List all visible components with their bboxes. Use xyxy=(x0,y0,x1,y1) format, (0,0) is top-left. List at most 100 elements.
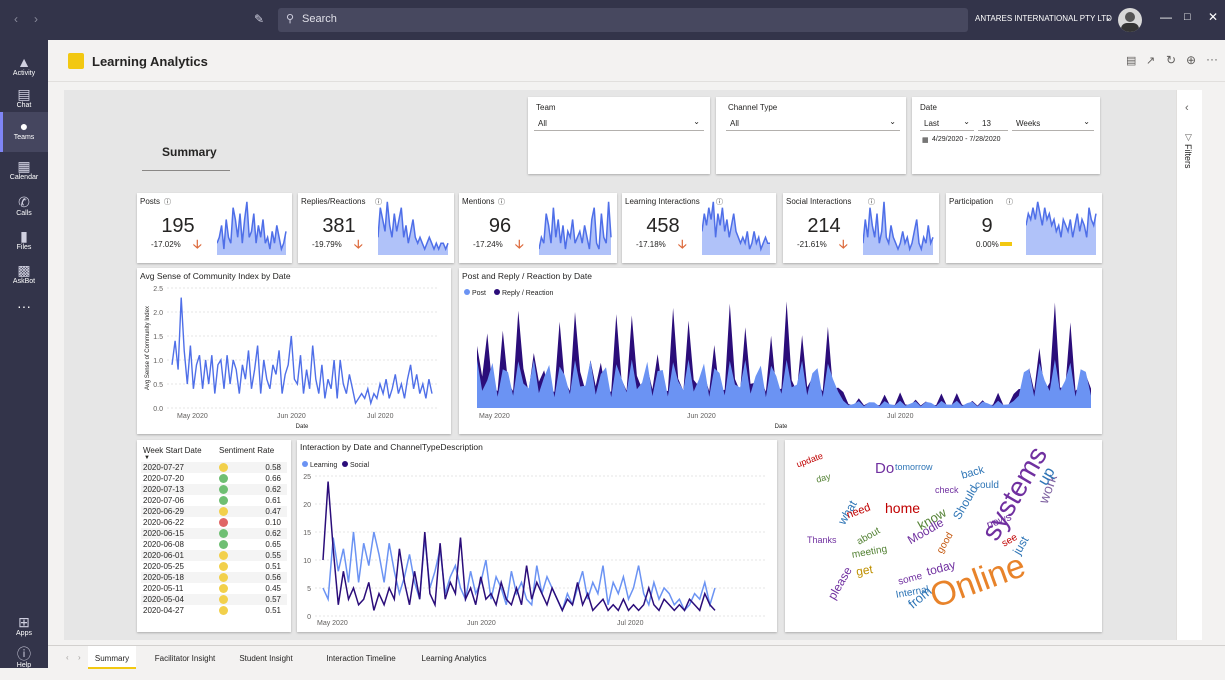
table-row[interactable]: 2020-05-18 0.56 xyxy=(141,572,287,583)
chat-icon[interactable]: ▤ xyxy=(1126,54,1136,67)
refresh-icon[interactable]: ↻ xyxy=(1166,53,1176,67)
org-switcher[interactable]: ANTARES INTERNATIONAL PTY LTD xyxy=(975,14,1112,23)
date-period-dropdown[interactable]: Last ⌄ xyxy=(920,117,974,131)
table-row[interactable]: 2020-05-25 0.51 xyxy=(141,561,287,572)
table-row[interactable]: 2020-06-15 0.62 xyxy=(141,528,287,539)
word-cloud-word[interactable]: could xyxy=(975,480,999,491)
back-icon[interactable]: ‹ xyxy=(14,12,18,26)
word-cloud-word[interactable]: Online xyxy=(925,546,1031,616)
flat-bar-icon xyxy=(1000,242,1012,246)
info-icon: ⓘ xyxy=(164,199,171,206)
table-row[interactable]: 2020-07-20 0.66 xyxy=(141,473,287,484)
tab-student-insight[interactable]: Student Insight xyxy=(226,646,306,669)
maximize-icon[interactable]: □ xyxy=(1184,11,1191,23)
collapse-chevron-icon[interactable]: ‹ xyxy=(1185,102,1189,114)
word-cloud-word[interactable]: day xyxy=(815,471,832,484)
status-dot-icon xyxy=(219,518,228,527)
word-cloud-word[interactable]: tomorrow xyxy=(895,462,933,472)
minimize-icon[interactable]: — xyxy=(1160,10,1172,24)
files-icon: ▮ xyxy=(20,228,28,244)
row-rate: 0.66 xyxy=(265,474,281,483)
table-row[interactable]: 2020-06-08 0.65 xyxy=(141,539,287,550)
word-cloud-word[interactable]: good xyxy=(935,531,956,556)
compose-icon[interactable]: ✎ xyxy=(254,12,264,26)
status-dot-icon xyxy=(219,496,228,505)
word-cloud-word[interactable]: Thanks xyxy=(807,535,837,545)
filters-pane[interactable]: ‹ ▽ Filters xyxy=(1176,90,1202,640)
rail-item-calendar[interactable]: ▦ Calendar xyxy=(0,152,48,192)
date-unit-dropdown[interactable]: Weeks ⌄ xyxy=(1012,117,1094,131)
rail-item-teams[interactable]: ● Teams xyxy=(0,112,48,152)
rail-item-askbot[interactable]: ▩ AskBot xyxy=(0,256,48,296)
title-bar: ‹ › ✎ ⚲ Search ANTARES INTERNATIONAL PTY… xyxy=(0,0,1225,40)
chevron-down-icon: ⌄ xyxy=(693,117,700,126)
word-cloud-word[interactable]: update xyxy=(795,451,824,470)
avatar[interactable] xyxy=(1118,8,1142,32)
popout-icon[interactable]: ↗ xyxy=(1146,54,1155,67)
legend-dot xyxy=(464,289,470,295)
tab-summary[interactable]: Summary xyxy=(88,646,136,669)
kpi-tile-social-interactions: Social Interactions ⓘ 214 -21.61% 🡣 xyxy=(783,193,939,263)
word-cloud-word[interactable]: Do xyxy=(875,460,894,477)
teams-icon: ● xyxy=(19,118,29,134)
row-rate: 0.62 xyxy=(265,529,281,538)
word-cloud-word[interactable]: home xyxy=(885,500,920,516)
down-arrow-icon: 🡣 xyxy=(354,237,363,251)
row-date: 2020-05-18 xyxy=(143,573,184,582)
x-tick-label: May 2020 xyxy=(317,620,348,627)
tab-learning-analytics[interactable]: Learning Analytics xyxy=(412,646,496,669)
chevron-down-icon[interactable]: ⌄ xyxy=(1105,13,1112,22)
calendar-icon: ▦ xyxy=(17,158,31,174)
word-cloud-word[interactable]: please xyxy=(825,564,855,602)
more-options-icon[interactable]: ··· xyxy=(1206,52,1218,66)
status-dot-icon xyxy=(219,573,228,582)
forward-icon[interactable]: › xyxy=(34,12,38,26)
postreply-chart: Post Reply / Reaction May 2020 Jun 2020 Jul … xyxy=(464,289,1091,430)
table-row[interactable]: 2020-04-27 0.51 xyxy=(141,605,287,616)
team-dropdown[interactable]: All ⌄ xyxy=(534,117,704,131)
word-cloud-word[interactable]: check xyxy=(935,485,959,495)
col-header-week[interactable]: Week Start Date xyxy=(143,446,202,455)
table-row[interactable]: 2020-06-01 0.55 xyxy=(141,550,287,561)
filters-label: Filters xyxy=(1183,144,1193,169)
y-tick-label: 1.0 xyxy=(153,358,163,365)
info-icon: ⓘ xyxy=(498,199,505,206)
status-dot-icon xyxy=(219,529,228,538)
tab-facilitator-insight[interactable]: Facilitator Insight xyxy=(148,646,222,669)
page-tabs: ‹ › Summary Facilitator Insight Student … xyxy=(48,645,1225,669)
row-rate: 0.51 xyxy=(265,562,281,571)
y-tick-label: 20 xyxy=(303,502,311,509)
date-count-input[interactable]: 13 xyxy=(978,117,1008,131)
table-row[interactable]: 2020-06-29 0.47 xyxy=(141,506,287,517)
y-tick-label: 5 xyxy=(307,586,311,593)
tab-next-icon[interactable]: › xyxy=(78,653,81,662)
x-tick-label: Jul 2020 xyxy=(617,620,644,627)
down-arrow-icon: 🡣 xyxy=(515,237,524,251)
word-cloud-word[interactable]: back xyxy=(960,464,986,482)
col-header-rate[interactable]: Sentiment Rate xyxy=(219,446,274,455)
more-apps-icon[interactable]: ··· xyxy=(0,298,48,338)
tab-interaction-timeline[interactable]: Interaction Timeline xyxy=(316,646,406,669)
row-date: 2020-07-06 xyxy=(143,496,184,505)
table-row[interactable]: 2020-07-27 0.58 xyxy=(141,462,287,473)
table-row[interactable]: 2020-07-06 0.61 xyxy=(141,495,287,506)
rail-item-help[interactable]: ⓘ Help xyxy=(0,640,48,680)
table-row[interactable]: 2020-06-22 0.10 xyxy=(141,517,287,528)
globe-icon[interactable]: ⊕ xyxy=(1186,53,1196,67)
word-cloud-word[interactable]: get xyxy=(855,562,874,579)
community-line xyxy=(171,297,433,406)
status-dot-icon xyxy=(219,474,228,483)
kpi-sparkline xyxy=(539,201,612,255)
table-row[interactable]: 2020-05-11 0.45 xyxy=(141,583,287,594)
tab-prev-icon[interactable]: ‹ xyxy=(66,653,69,662)
channel-dropdown[interactable]: All ⌄ xyxy=(726,117,900,131)
table-row[interactable]: 2020-05-04 0.57 xyxy=(141,594,287,605)
sentiment-table-tile: Week Start Date Sentiment Rate ▼ 2020-07… xyxy=(137,440,291,632)
word-cloud-tile: Online systems work from home know Do up Moodle g… xyxy=(785,440,1102,632)
word-cloud-word[interactable]: meeting xyxy=(851,544,888,561)
search-input[interactable]: ⚲ Search xyxy=(278,8,968,32)
table-row[interactable]: 2020-07-13 0.62 xyxy=(141,484,287,495)
close-icon[interactable]: ✕ xyxy=(1208,10,1218,24)
row-rate: 0.47 xyxy=(265,507,281,516)
kpi-tile-mentions: Mentions ⓘ 96 -17.24% 🡣 xyxy=(459,193,617,263)
